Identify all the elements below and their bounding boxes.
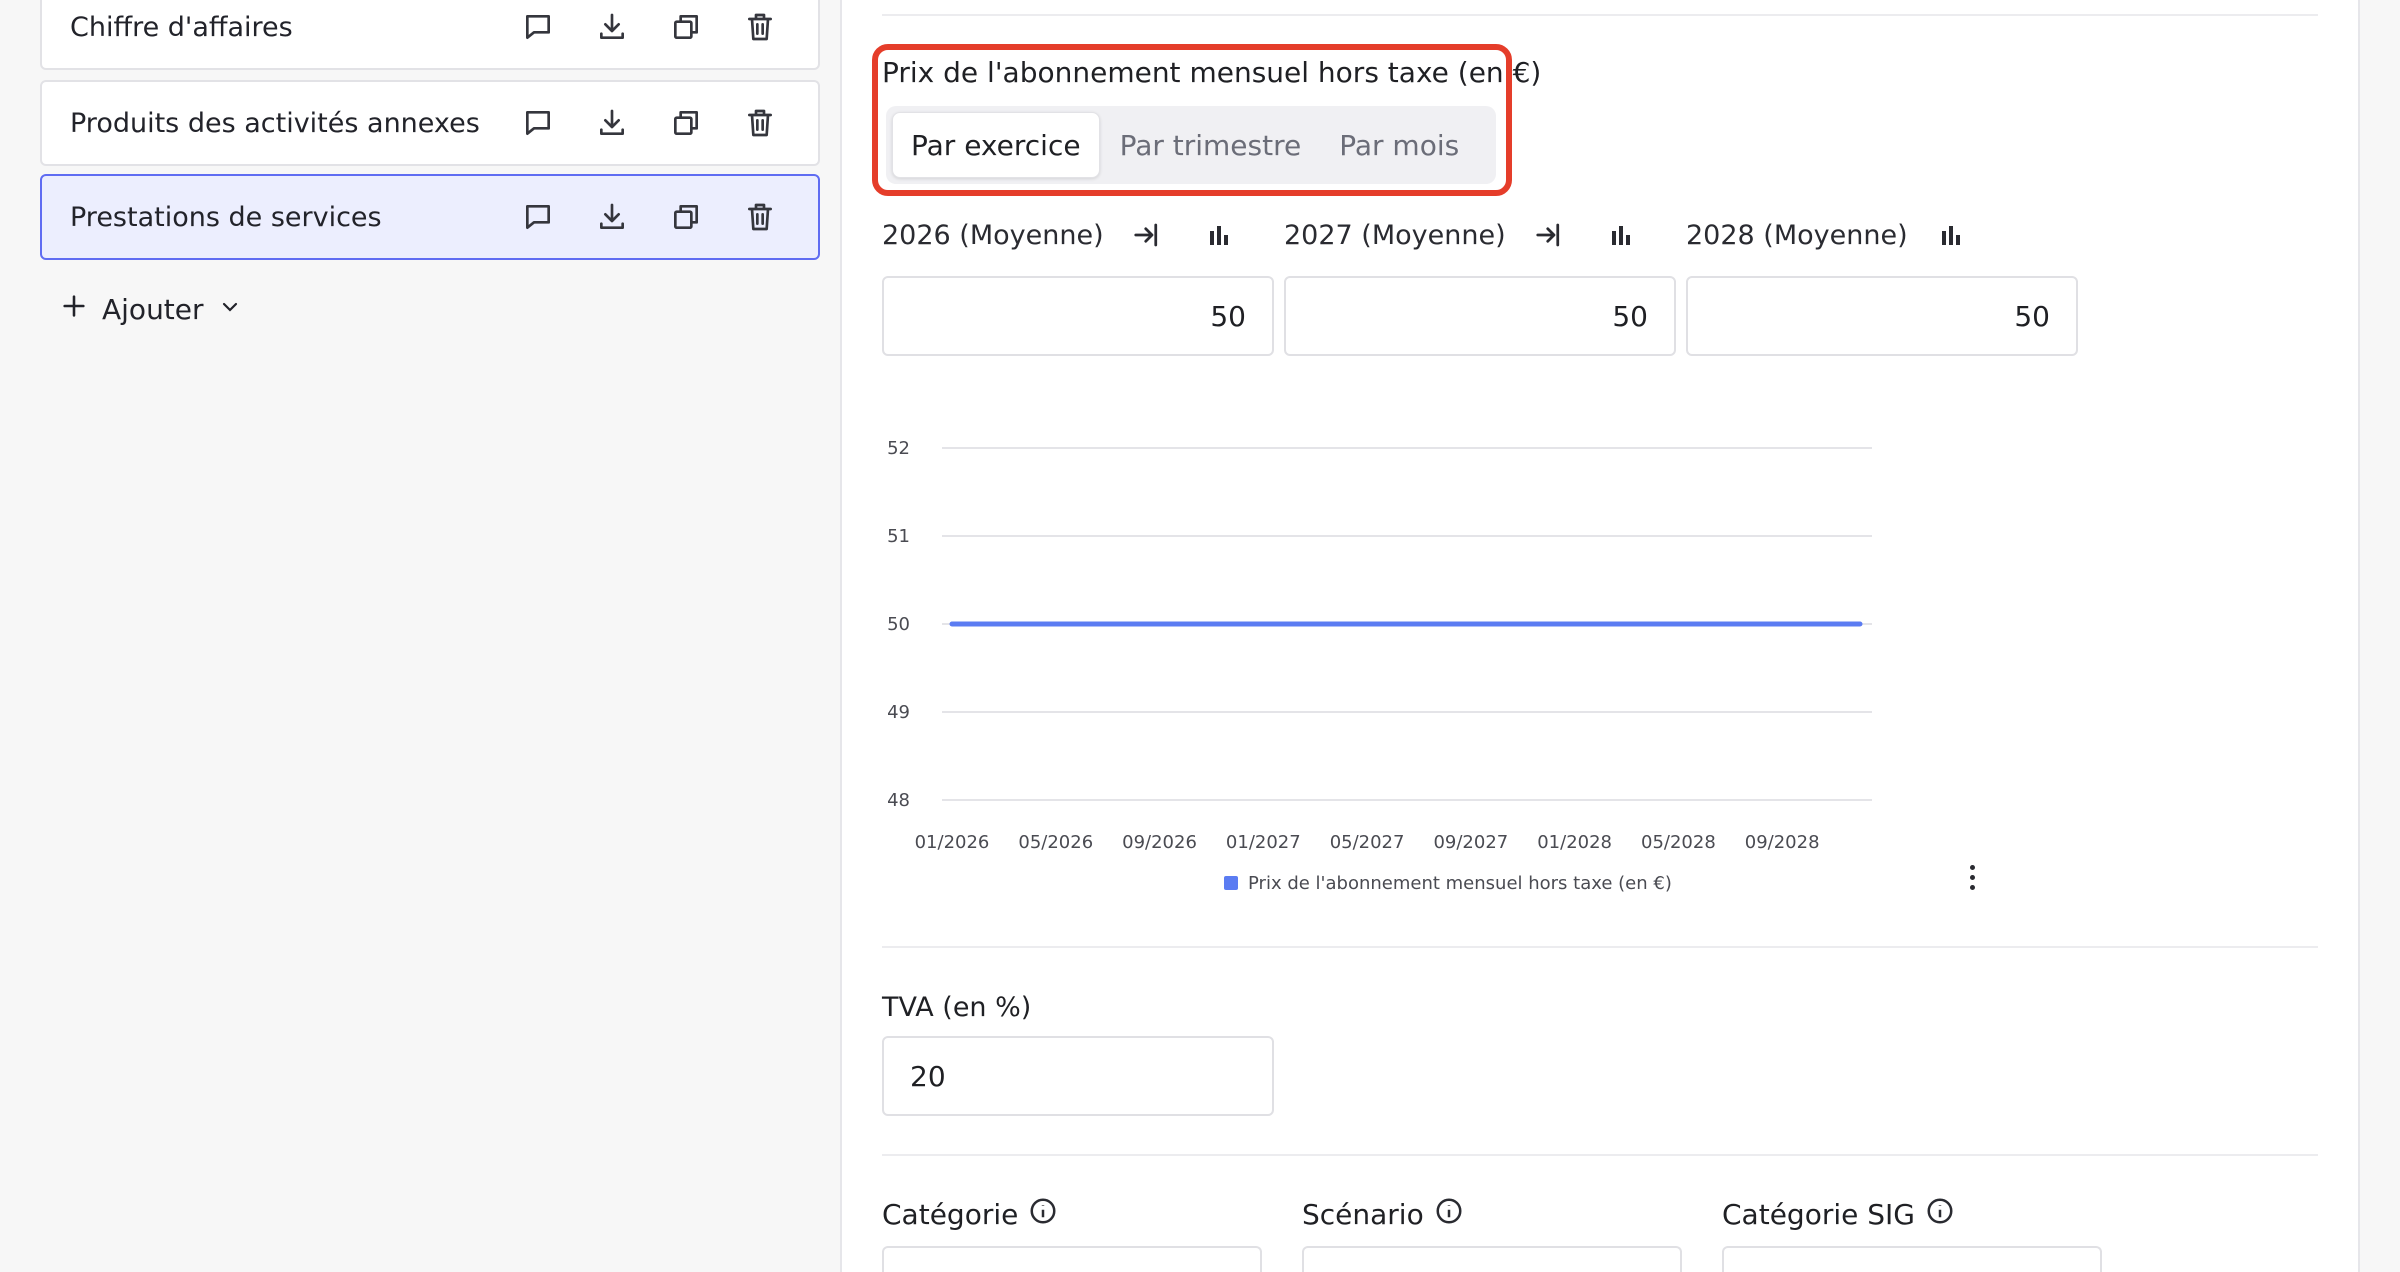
categorie-sig-field-label: Catégorie SIG bbox=[1722, 1196, 1955, 1233]
field-label-text: Catégorie SIG bbox=[1722, 1198, 1915, 1231]
legend-swatch bbox=[1224, 876, 1238, 890]
trash-icon[interactable] bbox=[742, 9, 778, 45]
bar-chart-icon[interactable] bbox=[1934, 218, 1968, 252]
bar-chart-icon[interactable] bbox=[1202, 218, 1236, 252]
list-item-chiffre-affaires[interactable]: Chiffre d'affaires bbox=[40, 0, 820, 70]
y-tick-label: 48 bbox=[887, 790, 910, 811]
year-header-2027: 2027 (Moyenne) bbox=[1284, 218, 1638, 252]
duplicate-icon[interactable] bbox=[668, 105, 704, 141]
x-tick-label: 05/2026 bbox=[1018, 832, 1093, 853]
field-label-text: Catégorie bbox=[882, 1198, 1019, 1231]
apply-right-icon[interactable] bbox=[1532, 218, 1566, 252]
info-icon[interactable] bbox=[1434, 1196, 1464, 1233]
list-item-produits-activites-annexes[interactable]: Produits des activités annexes bbox=[40, 80, 820, 166]
x-tick-label: 05/2028 bbox=[1641, 832, 1716, 853]
panel-right-border bbox=[2358, 0, 2360, 1272]
year-header-2028: 2028 (Moyenne) bbox=[1686, 218, 1968, 252]
price-input-2028[interactable]: 50 bbox=[1686, 276, 2078, 356]
x-tick-label: 05/2027 bbox=[1330, 832, 1405, 853]
chevron-down-icon bbox=[218, 293, 242, 326]
download-icon[interactable] bbox=[594, 105, 630, 141]
price-section-title: Prix de l'abonnement mensuel hors taxe (… bbox=[882, 56, 1542, 89]
trash-icon[interactable] bbox=[742, 105, 778, 141]
scenario-field-label: Scénario bbox=[1302, 1196, 1464, 1233]
categorie-select[interactable] bbox=[882, 1246, 1262, 1272]
period-option-par-mois[interactable]: Par mois bbox=[1321, 112, 1477, 178]
comment-icon[interactable] bbox=[520, 105, 556, 141]
tva-input[interactable]: 20 bbox=[882, 1036, 1274, 1116]
trash-icon[interactable] bbox=[742, 199, 778, 235]
categorie-sig-select[interactable] bbox=[1722, 1246, 2102, 1272]
categorie-field-label: Catégorie bbox=[882, 1196, 1058, 1233]
x-tick-label: 01/2027 bbox=[1226, 832, 1301, 853]
comment-icon[interactable] bbox=[520, 199, 556, 235]
items-panel: Chiffre d'affaires Produits des activité… bbox=[0, 0, 840, 1272]
list-item-label: Prestations de services bbox=[70, 201, 382, 233]
chart-menu-kebab-icon[interactable] bbox=[1962, 862, 1982, 892]
duplicate-icon[interactable] bbox=[668, 199, 704, 235]
year-header-2026: 2026 (Moyenne) bbox=[882, 218, 1236, 252]
plus-icon bbox=[60, 292, 88, 327]
bar-chart-icon[interactable] bbox=[1604, 218, 1638, 252]
price-line-chart: 52 51 50 49 4801/2026 05/2026 09/2026 01/2027 05… bbox=[887, 438, 1872, 894]
y-tick-label: 49 bbox=[887, 702, 910, 723]
year-label: 2027 (Moyenne) bbox=[1284, 219, 1506, 251]
duplicate-icon[interactable] bbox=[668, 9, 704, 45]
y-tick-label: 51 bbox=[887, 526, 910, 547]
x-tick-label: 09/2026 bbox=[1122, 832, 1197, 853]
x-tick-label: 01/2028 bbox=[1537, 832, 1612, 853]
y-tick-label: 50 bbox=[887, 614, 910, 635]
list-item-label: Chiffre d'affaires bbox=[70, 11, 293, 43]
info-icon[interactable] bbox=[1028, 1196, 1058, 1233]
period-segmented-control: Par exercice Par trimestre Par mois bbox=[886, 106, 1496, 184]
price-input-2026[interactable]: 50 bbox=[882, 276, 1274, 356]
year-label: 2028 (Moyenne) bbox=[1686, 219, 1908, 251]
download-icon[interactable] bbox=[594, 9, 630, 45]
year-label: 2026 (Moyenne) bbox=[882, 219, 1104, 251]
apply-right-icon[interactable] bbox=[1130, 218, 1164, 252]
add-label: Ajouter bbox=[102, 293, 204, 326]
add-button[interactable]: Ajouter bbox=[60, 292, 242, 327]
price-input-2027[interactable]: 50 bbox=[1284, 276, 1676, 356]
x-tick-label: 09/2028 bbox=[1745, 832, 1820, 853]
x-tick-label: 01/2026 bbox=[915, 832, 990, 853]
download-icon[interactable] bbox=[594, 199, 630, 235]
field-label-text: Scénario bbox=[1302, 1198, 1424, 1231]
legend-label: Prix de l'abonnement mensuel hors taxe (… bbox=[1248, 873, 1672, 894]
comment-icon[interactable] bbox=[520, 9, 556, 45]
period-option-par-exercice[interactable]: Par exercice bbox=[892, 112, 1100, 178]
divider bbox=[882, 1154, 2318, 1156]
info-icon[interactable] bbox=[1925, 1196, 1955, 1233]
tva-label: TVA (en %) bbox=[882, 992, 1032, 1023]
scenario-select[interactable] bbox=[1302, 1246, 1682, 1272]
divider bbox=[882, 946, 2318, 948]
detail-panel: Prix de l'abonnement mensuel hors taxe (… bbox=[842, 0, 2358, 1272]
period-option-par-trimestre[interactable]: Par trimestre bbox=[1102, 112, 1320, 178]
divider bbox=[882, 14, 2318, 16]
y-tick-label: 52 bbox=[887, 438, 910, 459]
x-tick-label: 09/2027 bbox=[1433, 832, 1508, 853]
list-item-label: Produits des activités annexes bbox=[70, 107, 480, 139]
list-item-prestations-de-services[interactable]: Prestations de services bbox=[40, 174, 820, 260]
